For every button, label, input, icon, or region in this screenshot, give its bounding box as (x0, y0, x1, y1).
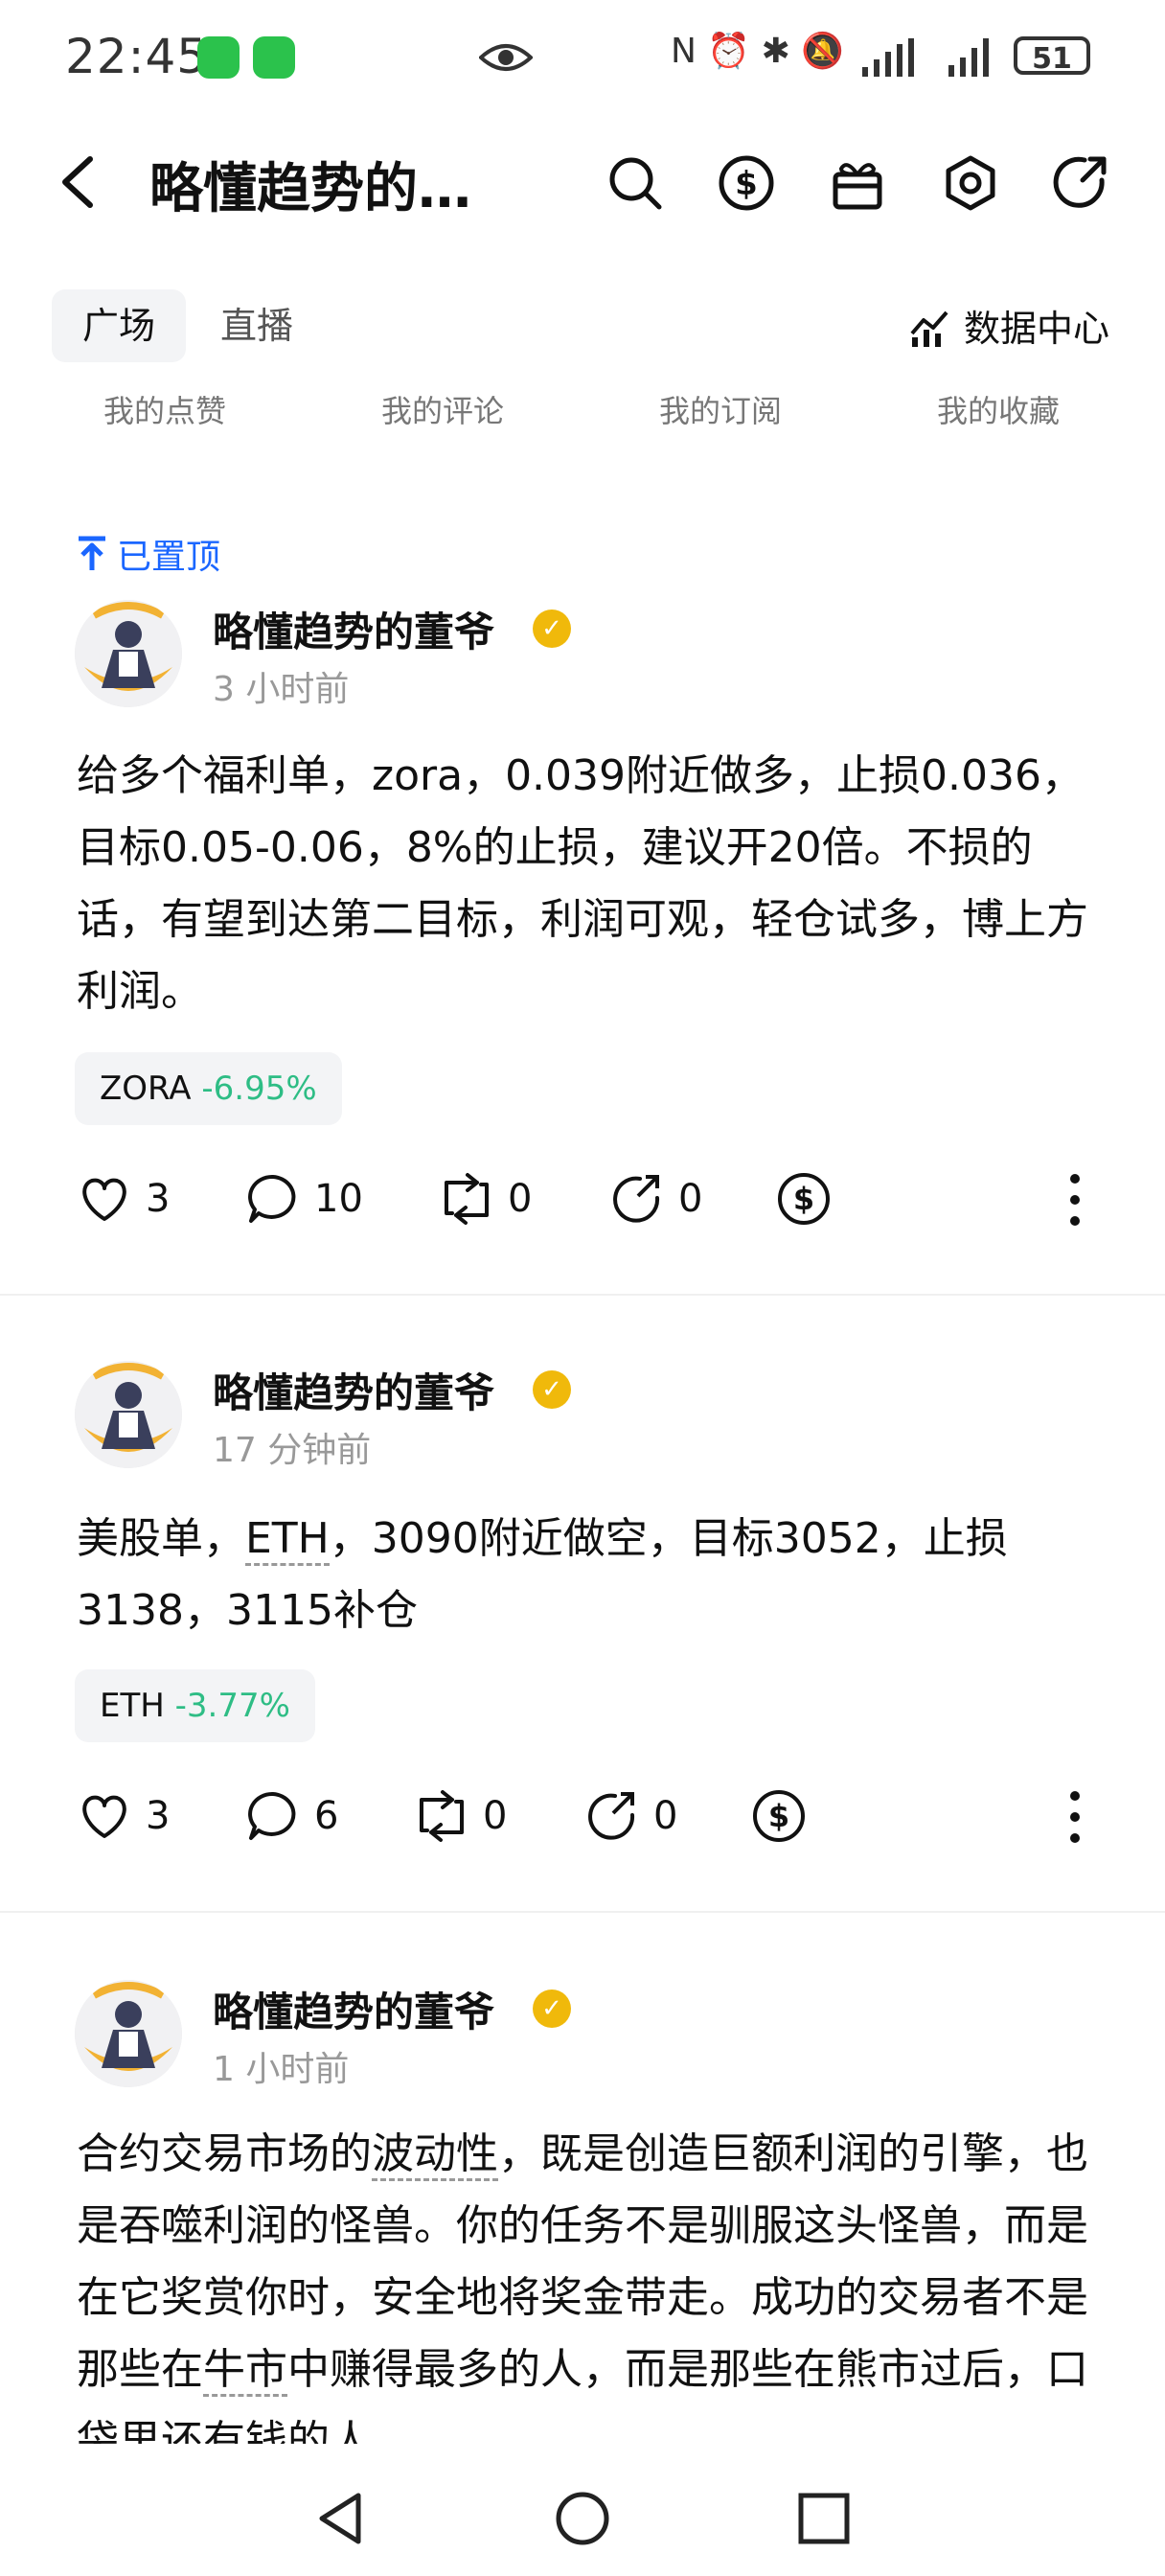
comment-count: 10 (314, 1177, 363, 1221)
subtab-my-subscriptions[interactable]: 我的订阅 (605, 387, 835, 431)
bull-market-link[interactable]: 牛市 (203, 2345, 287, 2397)
pin-top-icon (79, 536, 105, 570)
subtab-my-favorites[interactable]: 我的收藏 (883, 387, 1113, 431)
repost-count: 0 (483, 1794, 508, 1838)
content-text: 合约交易市场的 (77, 2129, 372, 2178)
nav-recents-icon[interactable] (795, 2490, 853, 2547)
status-indicators: N ⏰ ✱ 🔕 (671, 32, 845, 71)
dollar-icon[interactable]: $ (717, 153, 776, 213)
system-nav-bar (0, 2463, 1165, 2576)
signal-icon (862, 38, 914, 77)
avatar-image (75, 1361, 182, 1468)
chart-icon (910, 310, 948, 347)
svg-text:$: $ (768, 1798, 789, 1834)
post-time: 17 分钟前 (213, 1431, 372, 1470)
share-icon (588, 1792, 635, 1840)
like-count: 3 (146, 1794, 171, 1838)
svg-text:$: $ (735, 165, 758, 203)
author-name[interactable]: 略懂趋势的董爷 (213, 1980, 494, 2038)
share-button[interactable]: 0 (584, 1788, 677, 1844)
comment-icon (248, 1174, 296, 1223)
post-time: 1 小时前 (213, 2050, 350, 2089)
like-count: 3 (146, 1177, 171, 1221)
repost-button[interactable]: 0 (439, 1171, 532, 1227)
avatar-image (75, 1980, 182, 2087)
search-icon[interactable] (605, 153, 665, 213)
content-text: 美股单， (77, 1514, 245, 1563)
author-name[interactable]: 略懂趋势的董爷 (213, 600, 494, 658)
coin-symbol: ETH (100, 1687, 165, 1725)
svg-text:$: $ (793, 1181, 814, 1217)
subtab-my-likes[interactable]: 我的点赞 (50, 387, 280, 431)
post-time: 3 小时前 (213, 670, 350, 709)
repost-button[interactable]: 0 (414, 1788, 507, 1844)
avatar[interactable] (75, 1361, 182, 1468)
data-center-label: 数据中心 (964, 308, 1110, 350)
post-content[interactable]: 给多个福利单，zora，0.039附近做多，止损0.036，目标0.05-0.0… (77, 740, 1092, 1027)
comment-count: 6 (314, 1794, 339, 1838)
heart-icon (82, 1178, 126, 1221)
subtab-my-comments[interactable]: 我的评论 (328, 387, 558, 431)
wechat-icon (197, 36, 240, 79)
like-button[interactable]: 3 (77, 1788, 170, 1844)
avatar-image (75, 600, 182, 707)
tip-dollar-icon[interactable]: $ (776, 1171, 832, 1227)
post-content[interactable]: 合约交易市场的波动性，既是创造巨额利润的引擎，也是吞噬利润的怪兽。你的任务不是驯… (77, 2118, 1092, 2444)
share-icon (613, 1175, 660, 1223)
back-arrow-icon[interactable] (57, 153, 96, 211)
volatility-link[interactable]: 波动性 (372, 2129, 498, 2181)
data-center-link[interactable]: 数据中心 (908, 299, 1109, 352)
tab-plaza[interactable]: 广场 (52, 289, 186, 362)
comment-button[interactable]: 10 (245, 1171, 363, 1227)
repost-icon (420, 1790, 464, 1842)
comment-button[interactable]: 6 (245, 1788, 338, 1844)
post-content[interactable]: 美股单，ETH，3090附近做空，目标3052，止损3138，3115补仓 (77, 1503, 1092, 1646)
coin-tag[interactable]: ZORA -6.95% (75, 1052, 342, 1125)
status-time: 22:45 (65, 29, 209, 84)
coin-symbol: ZORA (100, 1070, 192, 1108)
share-count: 0 (653, 1794, 678, 1838)
heart-icon (82, 1795, 126, 1838)
verified-badge-icon: ✓ (533, 1370, 571, 1409)
tip-dollar-icon[interactable]: $ (751, 1788, 807, 1844)
verified-badge-icon: ✓ (533, 610, 571, 648)
coin-change: -6.95% (201, 1070, 317, 1108)
gift-icon[interactable] (828, 153, 887, 213)
comment-icon (248, 1791, 296, 1840)
coin-tag[interactable]: ETH -3.77% (75, 1669, 315, 1742)
eth-link[interactable]: ETH (245, 1514, 330, 1566)
divider (0, 1294, 1165, 1296)
status-bar: 22:45 N ⏰ ✱ 🔕 51 (0, 0, 1165, 115)
wechat-icon (253, 36, 295, 79)
battery-indicator: 51 (1014, 36, 1090, 76)
eye-icon (479, 44, 533, 71)
more-options-icon[interactable] (1065, 1171, 1085, 1229)
repost-count: 0 (508, 1177, 533, 1221)
nav-home-icon[interactable] (554, 2490, 611, 2547)
author-name[interactable]: 略懂趋势的董爷 (213, 1361, 494, 1419)
nav-back-icon[interactable] (312, 2490, 370, 2547)
verified-badge-icon: ✓ (533, 1990, 571, 2028)
page-title: 略懂趋势的… (149, 158, 471, 220)
pinned-text: 已置顶 (117, 538, 221, 577)
more-options-icon[interactable] (1065, 1788, 1085, 1846)
share-button[interactable]: 0 (609, 1171, 702, 1227)
like-button[interactable]: 3 (77, 1171, 170, 1227)
share-icon[interactable] (1052, 153, 1111, 213)
tab-live[interactable]: 直播 (220, 289, 293, 362)
pinned-label: 已置顶 (77, 529, 220, 579)
signal-icon-2 (948, 38, 989, 77)
coin-change: -3.77% (174, 1687, 290, 1725)
share-count: 0 (678, 1177, 703, 1221)
avatar[interactable] (75, 600, 182, 707)
repost-icon (445, 1173, 489, 1225)
avatar[interactable] (75, 1980, 182, 2087)
divider (0, 1911, 1165, 1913)
settings-icon[interactable] (941, 153, 1000, 213)
